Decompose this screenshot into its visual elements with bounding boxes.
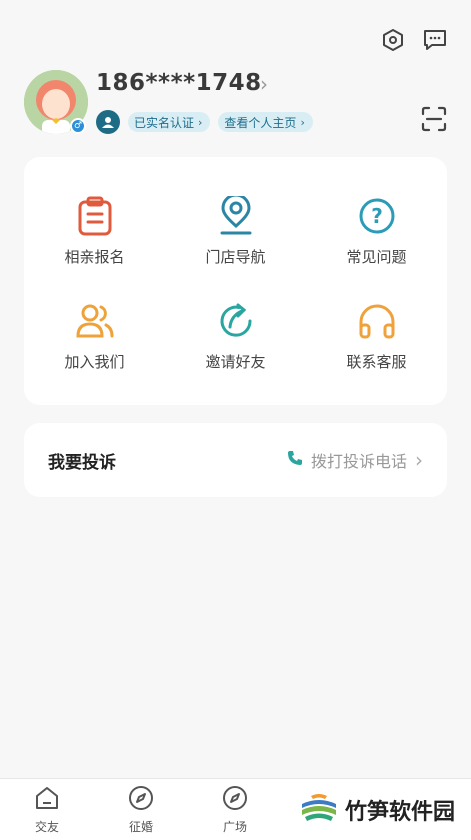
tab-label: 征婚: [128, 819, 153, 834]
tab-square[interactable]: 广场: [188, 779, 282, 840]
menu-label: 常见问题: [346, 248, 407, 266]
menu-label: 联系客服: [346, 353, 407, 371]
complaint-title: 我要投诉: [48, 452, 116, 473]
users-icon: [75, 301, 115, 341]
tab-marriage[interactable]: 征婚: [94, 779, 188, 840]
menu-item-support[interactable]: 联系客服: [306, 284, 447, 389]
compass-icon: [222, 785, 248, 815]
scan-icon[interactable]: [421, 106, 447, 132]
settings-hexagon-icon[interactable]: [379, 26, 407, 54]
menu-item-join-us[interactable]: 加入我们: [24, 284, 165, 389]
tab-label: 广场: [222, 819, 247, 834]
compass-icon: [128, 785, 154, 815]
menu-card: 相亲报名 门店导航 ? 常见问题 加入我们 邀请好友 联系客服: [24, 157, 447, 405]
menu-item-signup[interactable]: 相亲报名: [24, 179, 165, 284]
gender-male-icon: ♂: [70, 118, 86, 134]
chevron-right-icon: ›: [415, 448, 423, 472]
message-icon[interactable]: [421, 26, 449, 54]
chevron-right-icon[interactable]: ›: [260, 72, 268, 96]
user-phone: 186****1748: [96, 70, 262, 96]
menu-item-invite[interactable]: 邀请好友: [165, 284, 306, 389]
share-arrow-icon: [216, 301, 256, 341]
location-pin-icon: [216, 196, 256, 236]
complaint-card[interactable]: 我要投诉 拨打投诉电话 ›: [24, 423, 447, 497]
menu-label: 相亲报名: [64, 248, 125, 266]
profile-badges: 已实名认证 › 查看个人主页 ›: [96, 110, 313, 134]
menu-item-faq[interactable]: ? 常见问题: [306, 179, 447, 284]
watermark: 竹笋软件园: [294, 786, 459, 834]
chevron-right-icon: ›: [198, 115, 203, 129]
watermark-text: 竹笋软件园: [344, 800, 455, 825]
question-circle-icon: ?: [357, 196, 397, 236]
phone-icon: [287, 450, 303, 470]
home-icon: [34, 785, 60, 815]
chevron-right-icon: ›: [300, 115, 305, 129]
verified-label: 已实名认证: [134, 115, 195, 130]
top-actions: [379, 26, 449, 54]
menu-item-store-nav[interactable]: 门店导航: [165, 179, 306, 284]
svg-text:?: ?: [371, 204, 383, 228]
tab-label: 交友: [34, 819, 59, 834]
tab-friends[interactable]: 交友: [0, 779, 94, 840]
headphones-icon: [357, 301, 397, 341]
complaint-action-label: 拨打投诉电话: [310, 452, 407, 471]
view-homepage-button[interactable]: 查看个人主页 ›: [218, 112, 313, 132]
complaint-call-button[interactable]: 拨打投诉电话 ›: [287, 448, 423, 472]
menu-label: 加入我们: [64, 353, 125, 371]
verified-user-icon: [96, 110, 120, 134]
menu-label: 门店导航: [205, 248, 266, 266]
verified-badge[interactable]: 已实名认证 ›: [128, 112, 211, 132]
homepage-label: 查看个人主页: [224, 115, 297, 130]
menu-label: 邀请好友: [205, 353, 266, 371]
clipboard-icon: [75, 196, 115, 236]
bamboo-logo-icon: [299, 788, 339, 832]
profile-header: ♂ 186****1748 › 已实名认证 › 查看个人主页 ›: [24, 70, 447, 140]
